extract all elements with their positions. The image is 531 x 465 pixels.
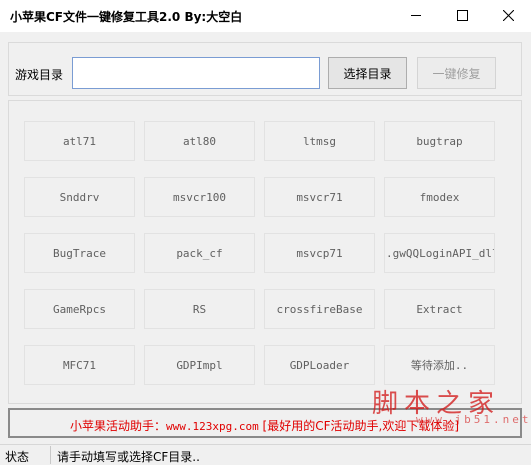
game-dir-label: 游戏目录 <box>15 68 64 82</box>
watermark-url: www.jb51.net <box>416 413 531 426</box>
tool-button[interactable]: MFC71 <box>24 345 135 385</box>
tool-button[interactable]: RS <box>144 289 255 329</box>
tool-button[interactable]: GDPLoader <box>264 345 375 385</box>
ad-url: www.123xpg.com <box>166 420 259 433</box>
tool-button[interactable]: bugtrap <box>384 121 495 161</box>
select-dir-button[interactable]: 选择目录 <box>328 57 407 89</box>
tool-button[interactable]: crossfireBase <box>264 289 375 329</box>
tool-button[interactable]: pack_cf <box>144 233 255 273</box>
maximize-button[interactable] <box>439 0 485 30</box>
tool-button[interactable]: fmodex <box>384 177 495 217</box>
tool-button[interactable]: ltmsg <box>264 121 375 161</box>
game-dir-input[interactable] <box>72 57 320 89</box>
tool-button[interactable]: BugTrace <box>24 233 135 273</box>
minimize-icon <box>411 14 421 16</box>
status-label: 状态 <box>5 450 30 464</box>
tool-button[interactable]: msvcr100 <box>144 177 255 217</box>
tool-button[interactable]: 等待添加.. <box>384 345 495 385</box>
minimize-button[interactable] <box>393 0 439 30</box>
close-icon <box>502 9 514 21</box>
ad-prefix: 小苹果活动助手： <box>70 419 167 433</box>
tool-button[interactable]: atl80 <box>144 121 255 161</box>
status-separator <box>50 446 51 464</box>
window-title: 小苹果CF文件一键修复工具2.0 By:大空白 <box>10 10 243 24</box>
status-text: 请手动填写或选择CF目录.. <box>57 450 200 464</box>
tool-button[interactable]: GameRpcs <box>24 289 135 329</box>
tool-button[interactable]: Snddrv <box>24 177 135 217</box>
title-bar: 小苹果CF文件一键修复工具2.0 By:大空白 <box>0 0 531 32</box>
tool-button[interactable]: GDPImpl <box>144 345 255 385</box>
tool-button[interactable]: msvcp71 <box>264 233 375 273</box>
close-button[interactable] <box>485 0 531 30</box>
tool-button[interactable]: atl71 <box>24 121 135 161</box>
tool-button[interactable]: msvcr71 <box>264 177 375 217</box>
tool-button[interactable]: Extract <box>384 289 495 329</box>
maximize-icon <box>456 9 468 21</box>
tool-button[interactable]: .gwQQLoginAPI_dllLi <box>384 233 495 273</box>
one-click-repair-button[interactable]: 一键修复 <box>417 57 496 89</box>
